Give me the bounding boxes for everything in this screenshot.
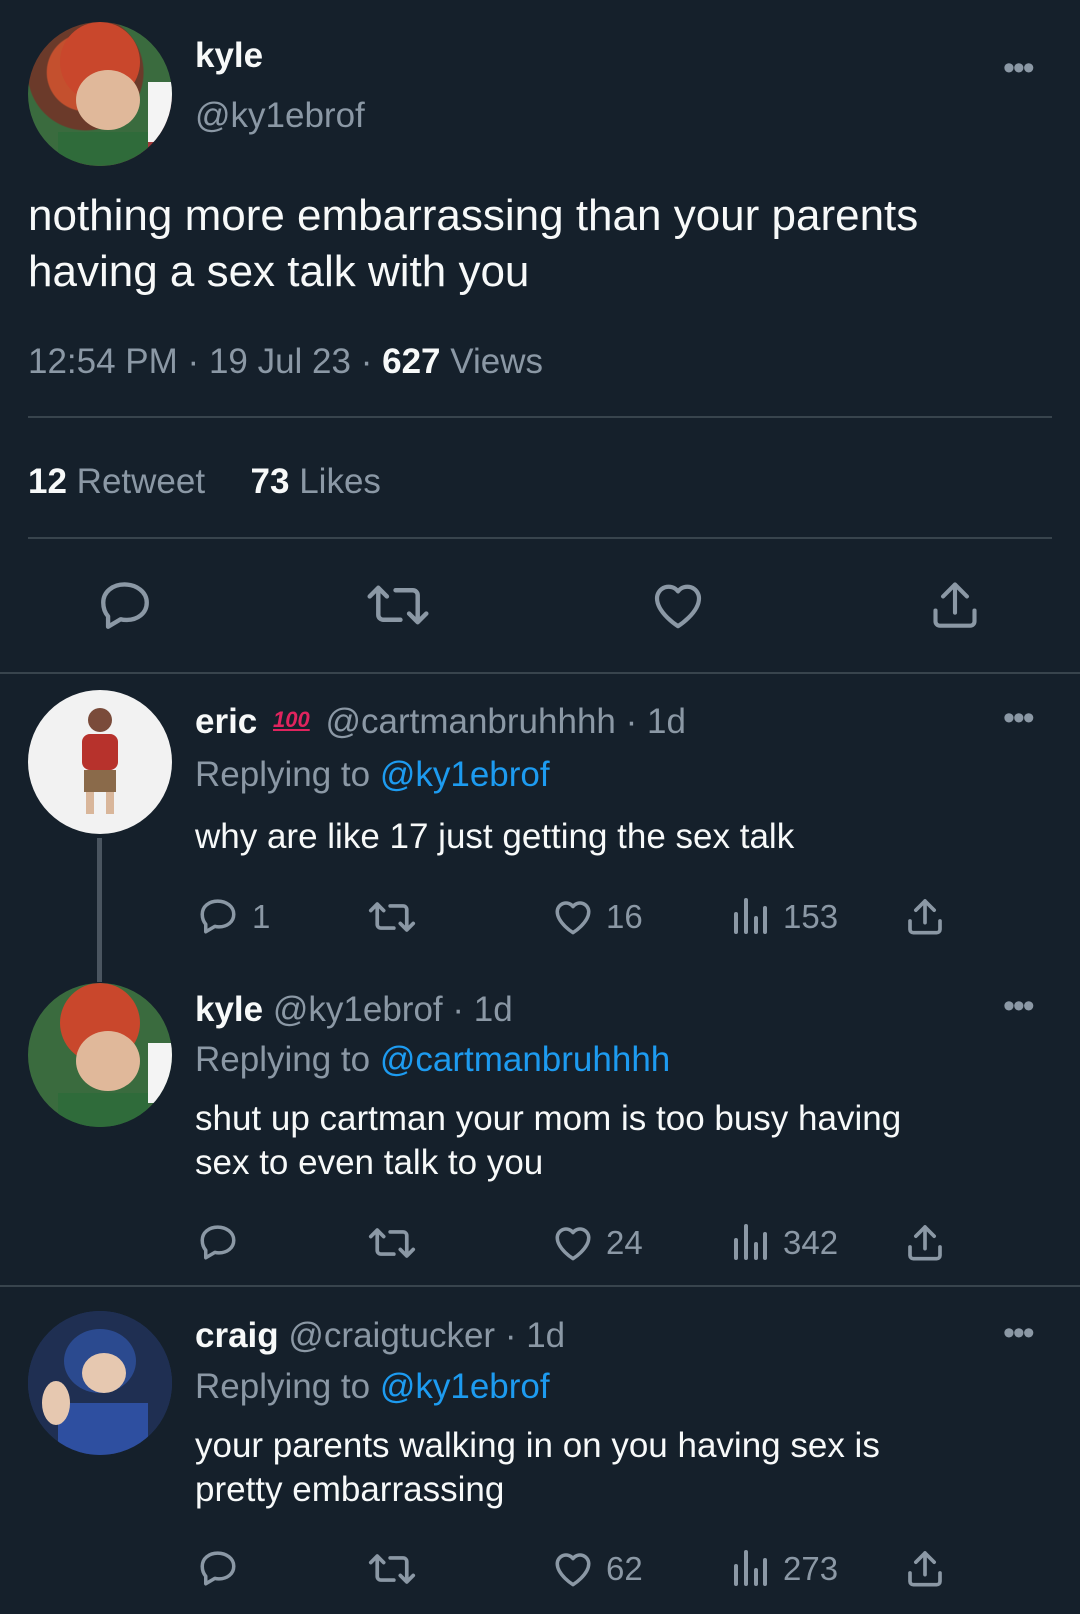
like-count: 24 <box>606 1224 643 1261</box>
reply-icon[interactable] <box>197 896 239 936</box>
replying-to-link[interactable]: @ky1ebrof <box>380 755 550 794</box>
reply-text-line: pretty embarrassing <box>195 1470 505 1509</box>
view-count: 153 <box>783 898 839 935</box>
reply-age[interactable]: 1d <box>526 1316 565 1355</box>
like-icon[interactable] <box>552 1222 594 1262</box>
tweet-text-line: having a sex talk with you <box>28 247 530 296</box>
reply-icon[interactable] <box>197 1222 239 1262</box>
avatar[interactable] <box>28 1311 172 1455</box>
reply-author-name[interactable]: kyle <box>195 990 263 1029</box>
reply-age[interactable]: 1d <box>647 702 686 741</box>
tweet-text: nothing more embarrassing than your pare… <box>28 188 918 300</box>
share-icon[interactable] <box>906 1222 944 1262</box>
divider <box>28 416 1052 418</box>
tweet-text-line: nothing more embarrassing than your pare… <box>28 191 919 240</box>
like-count: 16 <box>606 898 643 935</box>
likes-count[interactable]: 73 <box>251 462 290 501</box>
retweet-icon[interactable] <box>368 1224 416 1262</box>
thread-line <box>97 838 102 982</box>
reply-age[interactable]: 1d <box>474 990 513 1029</box>
tweet-date[interactable]: 19 Jul 23 <box>209 342 351 381</box>
replying-to: Replying to @ky1ebrof <box>195 1367 550 1407</box>
hundred-points-badge: 100 <box>273 707 310 732</box>
likes-label[interactable]: Likes <box>299 462 381 501</box>
avatar[interactable] <box>28 690 172 834</box>
reply-author-name[interactable]: craig <box>195 1316 279 1355</box>
more-options-icon[interactable]: ••• <box>1003 1316 1035 1350</box>
tweet-time[interactable]: 12:54 PM <box>28 342 178 381</box>
reply-text: your parents walking in on you having se… <box>195 1424 880 1512</box>
views-label: Views <box>450 342 543 381</box>
retweet-label[interactable]: Retweet <box>77 462 205 501</box>
like-icon[interactable] <box>552 896 594 936</box>
avatar[interactable] <box>28 983 172 1127</box>
retweet-icon[interactable] <box>368 898 416 936</box>
divider <box>0 1285 1080 1287</box>
like-count: 62 <box>606 1550 643 1587</box>
view-count: 273 <box>783 1550 839 1587</box>
author-name[interactable]: kyle <box>195 36 263 76</box>
retweet-icon[interactable] <box>366 580 430 630</box>
views-chart-icon[interactable] <box>732 1222 768 1260</box>
replying-to-label: Replying to <box>195 1367 371 1406</box>
reply-count: 1 <box>252 898 271 935</box>
views-chart-icon[interactable] <box>732 1548 768 1586</box>
avatar[interactable] <box>28 22 172 166</box>
more-options-icon[interactable]: ••• <box>1003 989 1035 1023</box>
more-options-icon[interactable]: ••• <box>1003 701 1035 735</box>
reply-author-name[interactable]: eric <box>195 702 257 741</box>
replying-to: Replying to @ky1ebrof <box>195 755 550 795</box>
reply-icon[interactable] <box>96 578 154 632</box>
reply-text-line: shut up cartman your mom is too busy hav… <box>195 1099 902 1138</box>
divider <box>28 537 1052 539</box>
reply-header: eric 100 @cartmanbruhhhh · 1d <box>195 702 686 741</box>
reply-text-line: sex to even talk to you <box>195 1143 544 1182</box>
retweet-count[interactable]: 12 <box>28 462 67 501</box>
reply-text-line: your parents walking in on you having se… <box>195 1426 880 1465</box>
tweet-meta: 12:54 PM · 19 Jul 23 · 627 Views <box>28 342 543 381</box>
divider <box>0 672 1080 674</box>
share-icon[interactable] <box>906 1548 944 1588</box>
view-count: 342 <box>783 1224 839 1261</box>
views-count: 627 <box>382 342 441 381</box>
like-icon[interactable] <box>650 578 706 630</box>
engagement-stats: 12 Retweet 73 Likes <box>28 462 381 502</box>
author-handle[interactable]: @ky1ebrof <box>195 96 365 136</box>
reply-author-handle[interactable]: @ky1ebrof <box>273 990 443 1029</box>
replying-to-link[interactable]: @cartmanbruhhhh <box>380 1040 670 1079</box>
reply-author-handle[interactable]: @craigtucker <box>288 1316 495 1355</box>
retweet-icon[interactable] <box>368 1550 416 1588</box>
replying-to-label: Replying to <box>195 1040 371 1079</box>
reply-header: craig @craigtucker · 1d <box>195 1316 566 1355</box>
reply-icon[interactable] <box>197 1548 239 1588</box>
reply-author-handle[interactable]: @cartmanbruhhhh <box>325 702 615 741</box>
views-chart-icon[interactable] <box>732 896 768 934</box>
like-icon[interactable] <box>552 1548 594 1588</box>
share-icon[interactable] <box>930 578 980 630</box>
replying-to-label: Replying to <box>195 755 371 794</box>
more-options-icon[interactable]: ••• <box>1003 51 1035 85</box>
replying-to-link[interactable]: @ky1ebrof <box>380 1367 550 1406</box>
replying-to: Replying to @cartmanbruhhhh <box>195 1040 670 1080</box>
reply-text: why are like 17 just getting the sex tal… <box>195 815 794 859</box>
reply-header: kyle @ky1ebrof · 1d <box>195 990 513 1029</box>
share-icon[interactable] <box>906 896 944 936</box>
reply-text: shut up cartman your mom is too busy hav… <box>195 1097 901 1185</box>
reply-text-line: why are like 17 just getting the sex tal… <box>195 817 795 856</box>
